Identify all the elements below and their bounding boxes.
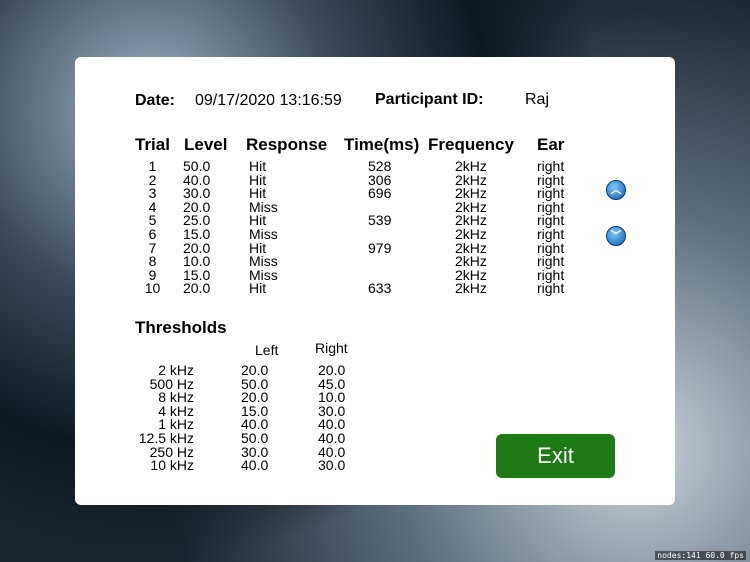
ear-column: right right right right right right right right…: [537, 159, 565, 297]
cell: 20.0: [183, 280, 211, 297]
header-response: Response: [246, 135, 328, 154]
cell: right: [537, 280, 565, 297]
thresholds-title: Thresholds: [135, 318, 227, 337]
cell: 633: [368, 280, 392, 297]
thresholds-right-label: Right: [315, 340, 348, 356]
scroll-up-button[interactable]: ︿: [606, 180, 626, 200]
response-column: Hit Hit Hit Miss Hit Miss Hit Miss Miss Hit: [249, 159, 278, 297]
header-frequency: Frequency: [428, 135, 514, 154]
chevron-down-icon: ﹀: [610, 230, 622, 242]
thresholds-left-label: Left: [255, 342, 279, 358]
cell: 30.0: [318, 457, 346, 474]
cell: 539: [368, 212, 392, 229]
scroll-down-button[interactable]: ﹀: [606, 226, 626, 246]
trial-column: 1 2 3 4 5 6 7 8 9 10: [140, 159, 165, 297]
cell: 10: [144, 280, 161, 297]
participant-label: Participant ID:: [375, 91, 484, 108]
threshold-right-column: 20.0 45.0 10.0 30.0 40.0 40.0 40.0 30.0: [318, 363, 346, 474]
cell: Hit: [249, 280, 267, 297]
cell: 979: [368, 239, 392, 256]
date-value: 09/17/2020 13:16:59: [195, 92, 342, 109]
cell: 2kHz: [455, 280, 487, 297]
header-ear: Ear: [537, 135, 565, 154]
stats-overlay: nodes:141 60.0 fps: [655, 551, 746, 560]
level-column: 50.0 40.0 30.0 20.0 25.0 15.0 20.0 10.0 15.0 20.0: [183, 159, 211, 297]
cell: 10 kHz: [150, 457, 194, 474]
participant-value: Raj: [525, 91, 550, 108]
threshold-frequency-column: 2 kHz 500 Hz 8 kHz 4 kHz 1 kHz 12.5 kHz 250 Hz…: [130, 363, 194, 474]
date-label: Date:: [135, 92, 176, 109]
cell: 40.0: [241, 457, 269, 474]
frequency-column: 2kHz 2kHz 2kHz 2kHz 2kHz 2kHz 2kHz 2kHz 2kHz 2kHz: [455, 159, 487, 297]
threshold-left-column: 20.0 50.0 20.0 15.0 40.0 50.0 30.0 40.0: [241, 363, 269, 474]
cell: 696: [368, 185, 392, 202]
header-level: Level: [184, 135, 228, 154]
time-column: 528 306 696 539 979 633: [368, 159, 392, 297]
chevron-up-icon: ︿: [610, 184, 622, 196]
header-trial: Trial: [135, 135, 170, 154]
exit-button[interactable]: Exit: [496, 434, 615, 478]
header-time: Time(ms): [344, 135, 420, 154]
cell: [368, 255, 391, 269]
